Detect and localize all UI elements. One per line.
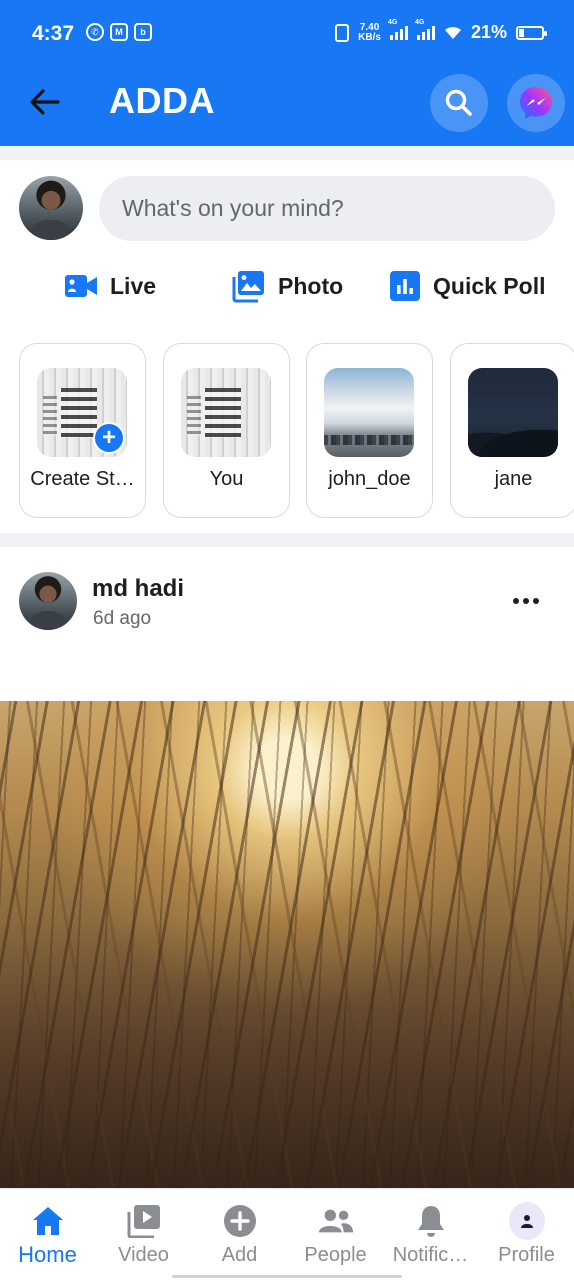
- post-author-name[interactable]: md hadi: [92, 575, 184, 603]
- notification-icons: ✆ M b: [86, 23, 152, 41]
- nav-profile[interactable]: Profile: [479, 1189, 574, 1280]
- search-button[interactable]: [430, 74, 488, 132]
- nav-label: Profile: [498, 1244, 555, 1266]
- nav-add[interactable]: Add: [192, 1189, 287, 1280]
- live-button[interactable]: Live: [64, 268, 156, 304]
- vibrate-icon: [335, 23, 350, 42]
- photo-label: Photo: [278, 272, 344, 299]
- post-timestamp: 6d ago: [93, 608, 152, 629]
- whats-on-your-mind-input[interactable]: What's on your mind?: [99, 176, 555, 241]
- bottom-navigation: Home Video Add People Notific… Profile: [0, 1188, 574, 1280]
- signal-tag-2: 4G: [414, 18, 425, 26]
- arrow-left-icon: [30, 89, 60, 115]
- people-icon: [318, 1209, 353, 1233]
- post-more-options-button[interactable]: [508, 588, 544, 614]
- post-image[interactable]: [0, 701, 574, 1188]
- quick-poll-button[interactable]: Quick Poll: [389, 268, 545, 304]
- nav-people[interactable]: People: [288, 1189, 383, 1280]
- photo-button[interactable]: Photo: [232, 268, 343, 304]
- status-bar: 4:37 ✆ M b 7.40 KB/s 4G 4G 21%: [0, 0, 574, 68]
- nav-label: People: [304, 1244, 367, 1266]
- story-create[interactable]: + Create St…: [19, 343, 146, 518]
- story-thumbnail: [324, 368, 414, 457]
- story-you[interactable]: You: [163, 343, 290, 518]
- live-label: Live: [110, 272, 157, 299]
- story-label: jane: [494, 468, 533, 490]
- network-speed: 7.40 KB/s: [358, 22, 381, 43]
- messenger-icon: [520, 87, 552, 119]
- video-icon: [127, 1205, 160, 1238]
- home-icon: [32, 1207, 63, 1235]
- nav-home[interactable]: Home: [0, 1189, 95, 1280]
- section-divider: [0, 533, 574, 547]
- nav-label: Home: [18, 1242, 77, 1267]
- story-john-doe[interactable]: john_doe: [306, 343, 433, 518]
- nav-label: Add: [221, 1244, 258, 1266]
- back-button[interactable]: [28, 86, 62, 118]
- signal-icon: 4G: [388, 19, 408, 40]
- nav-notifications[interactable]: Notific…: [383, 1189, 478, 1280]
- photo-icon: [232, 271, 264, 303]
- bell-icon: [417, 1206, 444, 1237]
- story-jane[interactable]: jane: [450, 343, 574, 518]
- quick-poll-label: Quick Poll: [433, 272, 546, 299]
- battery-percent: 21%: [470, 22, 507, 42]
- section-divider: [0, 146, 574, 160]
- network-speed-unit: KB/s: [358, 31, 381, 43]
- video-camera-icon: [65, 275, 97, 297]
- search-icon: [445, 89, 472, 116]
- more-dots-icon: [513, 598, 519, 604]
- user-avatar[interactable]: [19, 176, 83, 240]
- battery-icon: [516, 25, 547, 40]
- profile-icon: [508, 1202, 545, 1240]
- nav-video[interactable]: Video: [96, 1189, 191, 1280]
- story-thumbnail: [468, 368, 558, 457]
- plus-icon: +: [93, 422, 125, 454]
- signal-tag: 4G: [387, 18, 398, 26]
- whatsapp-icon: ✆: [86, 23, 104, 41]
- story-label: Create St…: [30, 468, 135, 490]
- story-label: john_doe: [328, 468, 411, 490]
- post-author-avatar[interactable]: [19, 572, 77, 630]
- wifi-icon: [444, 26, 461, 39]
- signal-icon-2: 4G: [415, 19, 435, 40]
- nav-label: Notific…: [392, 1244, 469, 1266]
- home-indicator: [172, 1275, 402, 1278]
- story-label: You: [209, 468, 244, 490]
- story-thumbnail: [181, 368, 271, 457]
- stories-carousel[interactable]: + Create St… You john_doe jane: [0, 343, 574, 519]
- messenger-button[interactable]: [507, 74, 565, 132]
- nav-label: Video: [118, 1244, 169, 1266]
- app-header: 4:37 ✆ M b 7.40 KB/s 4G 4G 21% ADDA: [0, 0, 574, 146]
- app-title: ADDA: [109, 80, 215, 121]
- app-notification-icon: b: [134, 23, 152, 41]
- status-time: 4:37: [32, 22, 75, 45]
- add-icon: [223, 1205, 256, 1237]
- system-icons: 7.40 KB/s 4G 4G 21%: [335, 19, 547, 43]
- gmail-icon: M: [110, 23, 128, 41]
- poll-chart-icon: [390, 271, 420, 301]
